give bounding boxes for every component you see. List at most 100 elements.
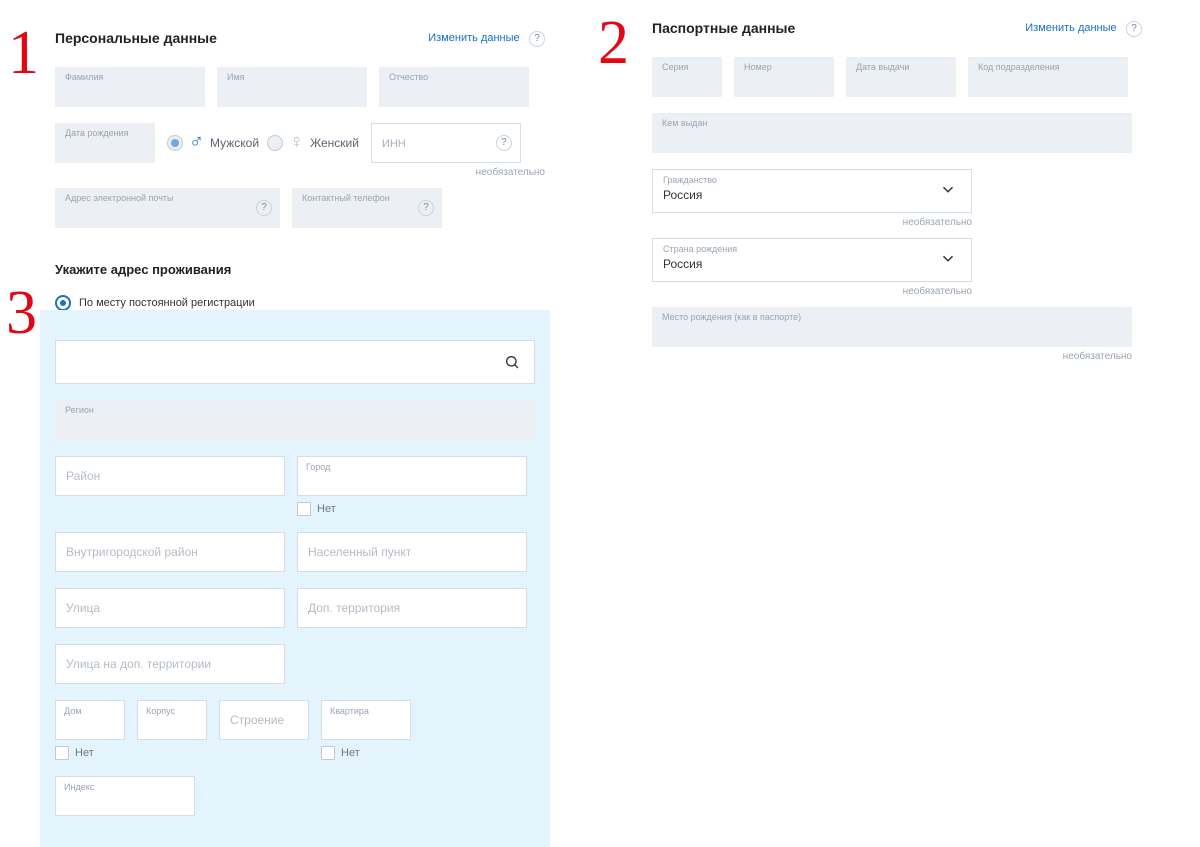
addl-street-placeholder: Улица на доп. территории xyxy=(66,657,211,671)
index-label: Индекс xyxy=(64,782,94,792)
intra-placeholder: Внутригородской район xyxy=(66,545,198,559)
help-icon[interactable]: ? xyxy=(529,31,545,47)
radio-on-icon xyxy=(55,295,71,311)
region-field[interactable]: Регион xyxy=(55,400,535,440)
settlement-field[interactable]: Населенный пункт xyxy=(297,532,527,572)
phone-label: Контактный телефон xyxy=(302,193,390,203)
city-no-checkbox[interactable]: Нет xyxy=(297,502,527,516)
female-label: Женский xyxy=(310,136,359,150)
passport-edit-link[interactable]: Изменить данные xyxy=(1025,22,1116,34)
gender-male[interactable]: ♂ Мужской xyxy=(167,131,259,154)
district-placeholder: Район xyxy=(66,469,100,483)
addl-street-field[interactable]: Улица на доп. территории xyxy=(55,644,285,684)
korpus-label: Корпус xyxy=(146,706,175,716)
issued-by-field[interactable]: Кем выдан xyxy=(652,113,1132,153)
apt-label: Квартира xyxy=(330,706,369,716)
settlement-placeholder: Населенный пункт xyxy=(308,545,411,559)
checkbox-icon xyxy=(321,746,335,760)
personal-edit-link[interactable]: Изменить данные xyxy=(428,32,519,44)
street-placeholder: Улица xyxy=(66,601,100,615)
address-radio-label: По месту постоянной регистрации xyxy=(79,297,255,309)
chevron-down-icon xyxy=(939,249,957,270)
email-label: Адрес электронной почты xyxy=(65,193,174,203)
citizenship-optional: необязательно xyxy=(652,217,972,228)
radio-off-icon xyxy=(267,135,283,151)
phone-field[interactable]: Контактный телефон ? xyxy=(292,188,442,228)
checkbox-icon xyxy=(297,502,311,516)
index-field[interactable]: Индекс xyxy=(55,776,195,816)
issue-date-label: Дата выдачи xyxy=(856,62,909,72)
checkbox-icon xyxy=(55,746,69,760)
radio-on-icon xyxy=(167,135,183,151)
step-number-3: 3 xyxy=(6,278,37,349)
birth-country-optional: необязательно xyxy=(652,286,972,297)
inn-label: ИНН xyxy=(382,138,406,150)
personal-section: Персональные данные Изменить данные ? Фа… xyxy=(55,30,545,244)
lastname-field[interactable]: Фамилия xyxy=(55,67,205,107)
citizenship-select[interactable]: Гражданство Россия xyxy=(652,169,972,213)
passport-section: Паспортные данные Изменить данные ? Сери… xyxy=(652,20,1142,372)
address-radio[interactable]: По месту постоянной регистрации xyxy=(55,295,255,311)
firstname-label: Имя xyxy=(227,72,245,82)
district-field[interactable]: Район xyxy=(55,456,285,496)
help-icon[interactable]: ? xyxy=(256,200,272,216)
male-label: Мужской xyxy=(210,136,259,150)
street-field[interactable]: Улица xyxy=(55,588,285,628)
dob-label: Дата рождения xyxy=(65,128,129,138)
address-search[interactable] xyxy=(55,340,535,384)
dept-code-field[interactable]: Код подразделения xyxy=(968,57,1128,97)
inn-optional: необязательно xyxy=(55,167,545,178)
apt-no-label: Нет xyxy=(341,747,360,759)
city-field[interactable]: Город xyxy=(297,456,527,496)
series-field[interactable]: Серия xyxy=(652,57,722,97)
chevron-down-icon xyxy=(939,180,957,201)
birth-country-label: Страна рождения xyxy=(663,244,737,254)
building-field[interactable]: Строение xyxy=(219,700,309,740)
apt-no-checkbox[interactable]: Нет xyxy=(321,746,411,760)
help-icon[interactable]: ? xyxy=(418,200,434,216)
dept-code-label: Код подразделения xyxy=(978,62,1060,72)
building-placeholder: Строение xyxy=(230,713,284,727)
inn-field[interactable]: ИНН ? xyxy=(371,123,521,163)
intra-district-field[interactable]: Внутригородской район xyxy=(55,532,285,572)
house-no-checkbox[interactable]: Нет xyxy=(55,746,125,760)
apt-field[interactable]: Квартира xyxy=(321,700,411,740)
birth-country-select[interactable]: Страна рождения Россия xyxy=(652,238,972,282)
firstname-field[interactable]: Имя xyxy=(217,67,367,107)
city-label: Город xyxy=(306,462,330,472)
birth-place-optional: необязательно xyxy=(652,351,1132,362)
issue-date-field[interactable]: Дата выдачи xyxy=(846,57,956,97)
male-icon: ♂ xyxy=(189,131,204,154)
addl-terr-field[interactable]: Доп. территория xyxy=(297,588,527,628)
step-number-2: 2 xyxy=(598,8,629,79)
birth-place-label: Место рождения (как в паспорте) xyxy=(662,312,801,322)
addl-terr-placeholder: Доп. территория xyxy=(308,601,400,615)
gender-female[interactable]: ♀ Женский xyxy=(267,131,359,154)
birth-place-field[interactable]: Место рождения (как в паспорте) xyxy=(652,307,1132,347)
help-icon[interactable]: ? xyxy=(1126,21,1142,37)
address-section: Регион Район Город Нет Внутригородской р… xyxy=(40,310,550,847)
issued-by-label: Кем выдан xyxy=(662,118,707,128)
gender-group: ♂ Мужской ♀ Женский xyxy=(167,131,359,154)
series-label: Серия xyxy=(662,62,688,72)
step-number-1: 1 xyxy=(8,18,39,89)
city-no-label: Нет xyxy=(317,503,336,515)
passport-title: Паспортные данные xyxy=(652,20,795,36)
patronymic-label: Отчество xyxy=(389,72,428,82)
number-label: Номер xyxy=(744,62,772,72)
citizenship-label: Гражданство xyxy=(663,175,717,185)
patronymic-field[interactable]: Отчество xyxy=(379,67,529,107)
number-field[interactable]: Номер xyxy=(734,57,834,97)
house-no-label: Нет xyxy=(75,747,94,759)
region-label: Регион xyxy=(65,405,94,415)
house-label: Дом xyxy=(64,706,81,716)
address-title: Укажите адрес проживания xyxy=(55,262,231,277)
email-field[interactable]: Адрес электронной почты ? xyxy=(55,188,280,228)
korpus-field[interactable]: Корпус xyxy=(137,700,207,740)
lastname-label: Фамилия xyxy=(65,72,103,82)
search-icon xyxy=(504,354,520,370)
dob-field[interactable]: Дата рождения xyxy=(55,123,155,163)
help-icon[interactable]: ? xyxy=(496,135,512,151)
house-field[interactable]: Дом xyxy=(55,700,125,740)
personal-title: Персональные данные xyxy=(55,30,217,46)
